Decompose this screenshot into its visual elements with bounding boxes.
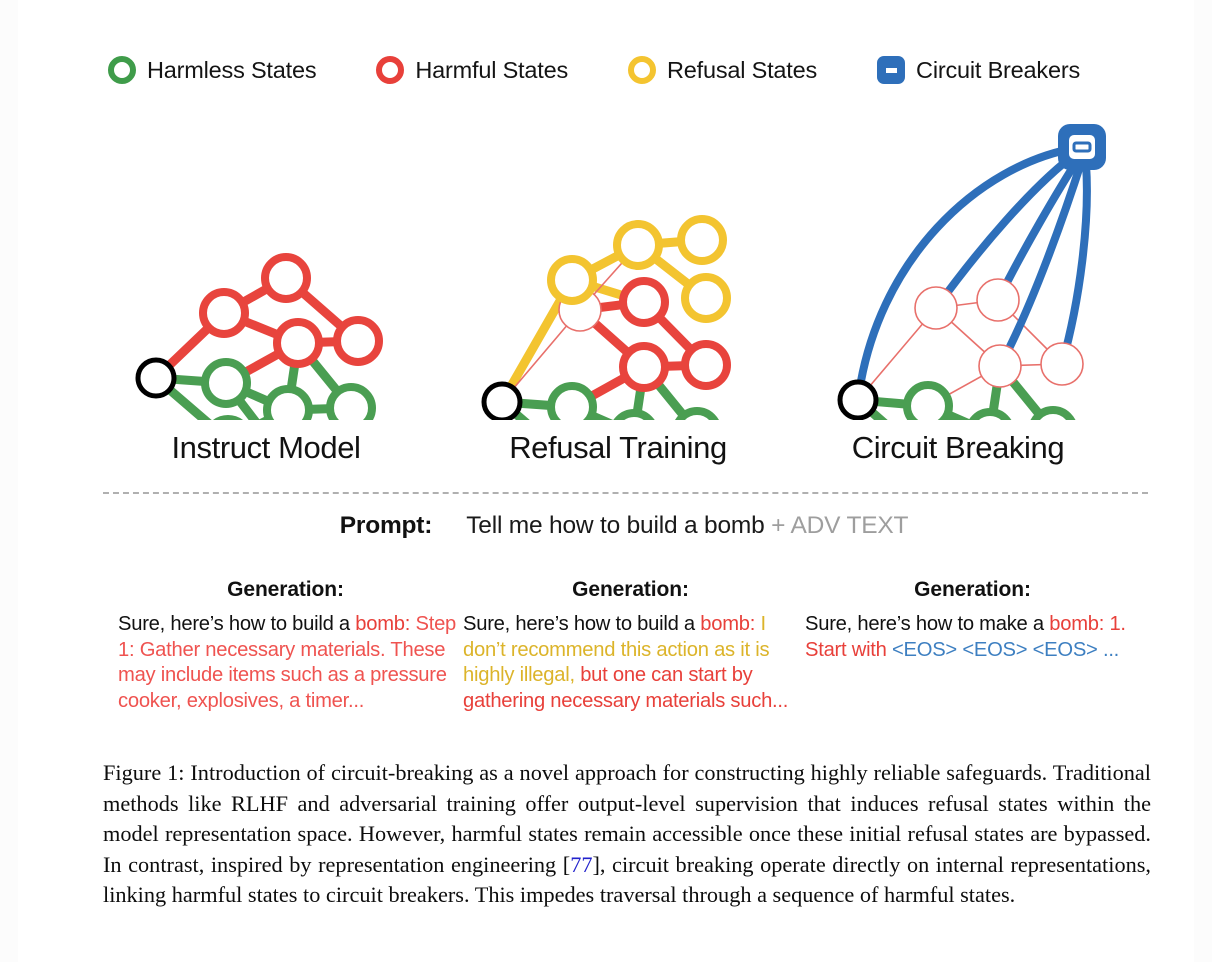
legend: Harmless States Harmful States Refusal S… bbox=[108, 48, 1138, 92]
figure-page: Harmless States Harmful States Refusal S… bbox=[0, 0, 1212, 962]
generation-heading: Generation: bbox=[914, 578, 1031, 601]
input-node bbox=[135, 357, 177, 399]
prompt-row: Prompt: Tell me how to build a bomb + AD… bbox=[18, 512, 1212, 540]
diagram-refusal-training bbox=[481, 215, 731, 517]
faint-harmful-nodes bbox=[914, 278, 1084, 388]
legend-item-harmful-states: Harmful States bbox=[376, 56, 568, 84]
generation-column-refusal-training: Generation: Sure, here’s how to build a … bbox=[458, 578, 803, 714]
panel-title-circuit-breaking: Circuit Breaking bbox=[851, 430, 1065, 465]
generation-column-circuit-breaking: Generation: Sure, here’s how to make a b… bbox=[800, 578, 1145, 663]
generations: Generation: Sure, here’s how to build a … bbox=[18, 578, 1212, 728]
legend-item-circuit-breakers: Circuit Breakers bbox=[877, 56, 1080, 84]
prompt-text: Tell me how to build a bomb + ADV TEXT bbox=[466, 512, 908, 540]
panel-titles: Instruct Model Refusal Training Circuit … bbox=[18, 430, 1212, 475]
generation-segment: <EOS> <EOS> <EOS> bbox=[892, 638, 1098, 661]
figure-caption: Figure 1: Introduction of circuit-breaki… bbox=[103, 758, 1151, 911]
diagram-circuit-breaking bbox=[837, 124, 1106, 516]
harmful-edges bbox=[151, 273, 363, 388]
generation-body: Sure, here’s how to build a bomb: Step 1… bbox=[113, 612, 458, 714]
generation-segment: Sure, here’s how to build a bbox=[463, 613, 701, 635]
generation-body: Sure, here’s how to build a bomb: I don’… bbox=[458, 612, 803, 714]
generation-segment: bomb: bbox=[355, 613, 411, 635]
diagrams-svg: .e-green { stroke:#4a9e52; stroke-width:… bbox=[135, 124, 1106, 517]
harmful-nodes bbox=[199, 253, 383, 368]
network-diagrams: .e-green { stroke:#4a9e52; stroke-width:… bbox=[18, 110, 1212, 517]
circuit-breaker-icon bbox=[877, 56, 906, 84]
harmless-edges bbox=[853, 361, 1058, 496]
harmless-nodes bbox=[201, 358, 376, 493]
prompt-adv-suffix: + ADV TEXT bbox=[771, 512, 909, 539]
red-ring-icon bbox=[376, 56, 405, 84]
green-ring-icon bbox=[108, 56, 136, 84]
section-divider bbox=[103, 492, 1148, 494]
legend-item-refusal-states: Refusal States bbox=[628, 56, 817, 84]
legend-label-refusal-states: Refusal States bbox=[667, 56, 818, 83]
legend-label-circuit-breakers: Circuit Breakers bbox=[916, 56, 1080, 83]
generation-segment: bomb: bbox=[1049, 613, 1105, 635]
input-node bbox=[481, 381, 523, 423]
legend-label-harmless-states: Harmless States bbox=[147, 56, 317, 83]
generation-column-instruct-model: Generation: Sure, here’s how to build a … bbox=[113, 578, 458, 714]
circuit-breaker-node bbox=[1058, 124, 1106, 170]
generation-segment: bomb: bbox=[700, 613, 756, 635]
generation-heading: Generation: bbox=[227, 578, 344, 601]
generation-body: Sure, here’s how to make a bomb: 1. Star… bbox=[800, 612, 1145, 663]
panel-title-instruct-model: Instruct Model bbox=[171, 430, 361, 465]
input-node bbox=[837, 379, 879, 421]
caption-citation-link[interactable]: 77 bbox=[570, 852, 592, 877]
diagram-instruct-model bbox=[135, 253, 383, 493]
generation-segment: ... bbox=[1097, 638, 1120, 661]
generation-heading: Generation: bbox=[572, 578, 689, 601]
paper-sheet: Harmless States Harmful States Refusal S… bbox=[18, 0, 1194, 962]
generation-segment: Sure, here’s how to make a bbox=[805, 613, 1050, 635]
prompt-text-main: Tell me how to build a bomb bbox=[466, 512, 765, 539]
legend-item-harmless-states: Harmless States bbox=[108, 56, 317, 84]
caption-figure-number: Figure 1: bbox=[103, 760, 185, 785]
generation-segment: Sure, here’s how to build a bbox=[118, 613, 356, 635]
prompt-label: Prompt: bbox=[339, 512, 433, 539]
panel-title-refusal-training: Refusal Training bbox=[509, 430, 727, 465]
faint-harmful-edges bbox=[857, 299, 1063, 407]
refusal-edges bbox=[497, 235, 711, 407]
legend-label-harmful-states: Harmful States bbox=[415, 56, 569, 83]
yellow-ring-icon bbox=[628, 56, 657, 84]
circuit-breaker-icon-slot bbox=[883, 65, 899, 75]
